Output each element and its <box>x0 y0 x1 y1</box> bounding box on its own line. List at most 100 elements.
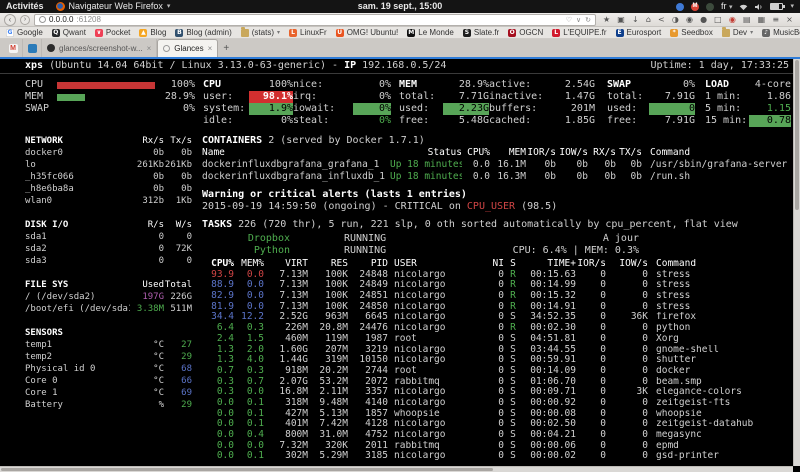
forward-button[interactable]: › <box>20 15 30 25</box>
bookmark-item[interactable]: ∨Pocket <box>95 28 130 37</box>
cell: 3219 <box>348 345 388 356</box>
theme-icon[interactable]: ◑ <box>672 15 679 24</box>
close-icon[interactable]: × <box>786 15 793 24</box>
downloads-icon[interactable]: ↓ <box>632 15 639 24</box>
table-row: /boot/efi (/dev/sda1)3.38M511M <box>25 303 192 315</box>
home-icon[interactable]: ⌂ <box>646 15 651 24</box>
uptime: Uptime: 1 day, 17:33:25 <box>651 59 789 73</box>
cell: S <box>504 409 522 420</box>
site-identity-icon[interactable] <box>39 16 46 23</box>
swap-quicklook: SWAP0% <box>25 103 195 115</box>
table-row: DropboxRUNNINGÀ jour <box>202 233 793 245</box>
cell: 7.42M <box>308 419 348 430</box>
chevron-down-icon[interactable]: ▾ <box>790 0 794 13</box>
bookmark-item[interactable]: EEurosport <box>616 28 662 37</box>
table-row: total:7.71Ginactive:1.47G <box>399 91 595 103</box>
bookmark-label: OMG! Ubuntu! <box>347 28 399 37</box>
cell: 0 <box>130 231 164 243</box>
cell: 0 <box>480 419 504 430</box>
screenshot-icon[interactable]: □ <box>714 15 722 24</box>
close-tab-icon[interactable]: × <box>208 44 213 53</box>
cell: 0 <box>480 377 504 388</box>
close-tab-icon[interactable]: × <box>147 44 152 53</box>
table-row: 0.00.1318M9.48M4140nicolargo0S00:00.9200… <box>202 398 793 409</box>
cell: 00:14.91 <box>522 302 576 313</box>
adblock-icon[interactable]: ◉ <box>686 15 693 24</box>
bookmark-item[interactable]: UOMG! Ubuntu! <box>336 28 399 37</box>
horizontal-scrollbar-thumb[interactable] <box>1 468 493 471</box>
cell: 7.13M <box>264 302 308 313</box>
bookmark-item[interactable]: OOGCN <box>508 28 543 37</box>
gmail-indicator-icon[interactable]: M <box>691 3 699 11</box>
volume-icon[interactable] <box>755 3 763 11</box>
cell: VIRT <box>264 259 308 270</box>
top-stats: CPU100%MEM28.9%SWAP0% CPU100%nice:0%user… <box>0 79 793 127</box>
pinned-tab-gmail[interactable]: M <box>4 39 23 57</box>
cell: 2072 <box>348 377 388 388</box>
bookmark-item[interactable]: ▲Blog <box>139 28 166 37</box>
cell: R <box>504 291 522 302</box>
cell: 7.91G <box>649 91 695 103</box>
pinned-tab-blue[interactable] <box>23 39 42 57</box>
bookmark-star-icon[interactable]: ★ <box>603 15 610 24</box>
dropdown-icon[interactable]: ∨ <box>576 16 581 24</box>
cell: beam.smp <box>648 377 793 388</box>
menu-icon[interactable]: ≡ <box>772 15 779 24</box>
cell: system: <box>203 103 249 115</box>
cell: /usr/sbin/grafana-server --config=/etc/g… <box>642 159 793 171</box>
cell: nicolargo <box>388 387 480 398</box>
app-menu[interactable]: Navigateur Web Firefox ▾ <box>56 0 171 13</box>
library-icon[interactable]: ▣ <box>617 15 625 24</box>
cell: 0b <box>130 171 164 183</box>
tab-label: glances/screenshot-w... <box>59 44 143 53</box>
tab-github[interactable]: glances/screenshot-w... × <box>42 39 157 57</box>
cell: whoopsie <box>648 409 793 420</box>
bookmark-item[interactable]: BBlog (admin) <box>175 28 231 37</box>
bookmark-item[interactable]: *Seedbox <box>670 28 713 37</box>
chevron-down-icon: ▾ <box>750 29 753 36</box>
cell: 0.78 <box>749 115 791 127</box>
wifi-icon[interactable] <box>739 3 748 11</box>
reload-icon[interactable]: ↻ <box>585 16 591 24</box>
ghostery-icon[interactable]: ● <box>700 15 707 24</box>
grid-icon[interactable]: ▦ <box>758 15 766 24</box>
bookmark-item[interactable]: GGoogle <box>6 28 43 37</box>
bookmark-item[interactable]: QQwant <box>52 28 86 37</box>
bookmark-item[interactable]: ♪MusicBox <box>762 28 800 37</box>
cell: 0 <box>606 366 648 377</box>
share-icon[interactable]: < <box>658 15 665 24</box>
pocket-icon[interactable]: ◉ <box>729 15 736 24</box>
back-button[interactable]: ‹ <box>4 14 16 26</box>
cell: 0 <box>480 366 504 377</box>
vertical-scrollbar[interactable] <box>793 59 800 466</box>
horizontal-scrollbar[interactable] <box>0 466 793 472</box>
tab-glances-active[interactable]: Glances × <box>157 39 218 57</box>
keyboard-layout[interactable]: fr ▾ <box>721 0 733 14</box>
bookmark-item[interactable]: LLinuxFr <box>289 28 327 37</box>
battery-icon[interactable] <box>770 3 783 10</box>
bookmark-heart-icon[interactable]: ♡ <box>566 16 572 24</box>
sidebar-icon[interactable]: ▤ <box>743 15 751 24</box>
bookmark-item[interactable]: Dev▾ <box>722 28 753 37</box>
bookmark-item[interactable]: SSlate.fr <box>463 28 499 37</box>
bookmark-item[interactable]: MLe Monde <box>407 28 454 37</box>
table-row: system:1.9%iowait:0% <box>203 103 391 115</box>
cell: IOR/s <box>526 147 556 159</box>
cell: user: <box>203 91 249 103</box>
indicator-blue-icon[interactable] <box>676 3 684 11</box>
activities-button[interactable]: Activités <box>6 0 44 13</box>
cell: 3357 <box>348 387 388 398</box>
cell: 0.0 <box>234 270 264 281</box>
bookmark-item[interactable]: LL'EQUIPE.fr <box>552 28 606 37</box>
cell: FILE SYS <box>25 279 130 291</box>
cell: Status <box>390 147 462 159</box>
cell: 24850 <box>348 302 388 313</box>
indicator-green-icon[interactable] <box>706 3 714 11</box>
url-bar[interactable]: 0.0.0.0 :61208 ♡∨↻ <box>34 14 596 26</box>
cell: °C <box>130 375 164 387</box>
new-tab-button[interactable]: + <box>218 39 234 57</box>
tasks-summary: TASKS 226 (720 thr), 5 run, 221 slp, 0 o… <box>202 219 793 231</box>
clock[interactable]: sam. 19 sept., 15:00 <box>358 0 443 13</box>
vertical-scrollbar-thumb[interactable] <box>795 60 799 210</box>
bookmark-item[interactable]: (stats)▾ <box>241 28 280 37</box>
